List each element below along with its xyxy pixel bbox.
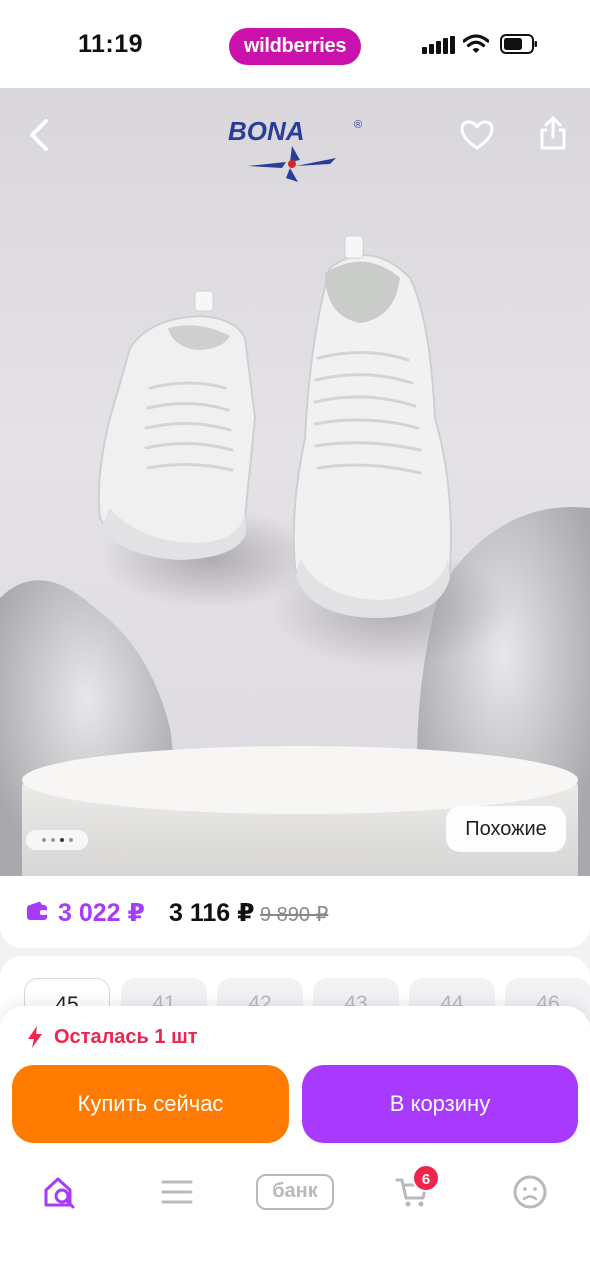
wifi-icon [463,34,489,53]
tab-bank[interactable]: банк [256,1170,334,1214]
price-card: 3 022 ₽ 3 116 ₽ 9 890 ₽ [0,876,590,948]
share-button[interactable] [528,108,578,158]
tab-home[interactable] [38,1170,82,1214]
bona-logo: BONA ® [226,116,376,188]
profile-icon [513,1175,547,1209]
menu-icon [161,1180,193,1204]
tab-profile[interactable] [508,1170,552,1214]
bona-logo-text: BONA [228,116,305,146]
battery-icon [500,34,537,54]
carousel-indicator [26,830,88,850]
cart-badge: 6 [412,1164,440,1192]
product-image-carousel[interactable]: BONA ® Похожие [0,88,590,878]
similar-button[interactable]: Похожие [446,806,566,852]
tab-catalog[interactable] [155,1170,199,1214]
signal-icon [422,36,456,54]
home-search-icon [44,1177,75,1209]
status-time: 11:19 [78,30,144,58]
bottom-action-sheet: Осталась 1 шт Купить сейчас В корзину ба… [0,1006,590,1280]
product-photo [0,235,590,878]
stock-note: Осталась 1 шт [26,1024,198,1050]
back-button[interactable] [14,110,64,160]
buy-now-button[interactable]: Купить сейчас [12,1065,289,1143]
bank-label: банк [256,1174,334,1210]
status-bar: 11:19 wildberries [0,0,590,88]
registered-mark: ® [354,119,362,131]
back-arrow-icon [30,119,48,151]
stock-note-text: Осталась 1 шт [54,1025,198,1048]
old-price: 9 890 ₽ [260,904,329,926]
wildberries-pill[interactable]: wildberries [229,28,361,65]
favorite-button[interactable] [452,110,502,160]
wallet-price: 3 022 ₽ [58,899,145,927]
share-icon [540,116,566,150]
regular-price: 3 116 ₽ [169,899,255,927]
heart-icon [460,120,494,150]
lightning-icon [28,1026,42,1048]
add-to-cart-button[interactable]: В корзину [302,1065,578,1143]
wallet-icon [27,901,47,920]
